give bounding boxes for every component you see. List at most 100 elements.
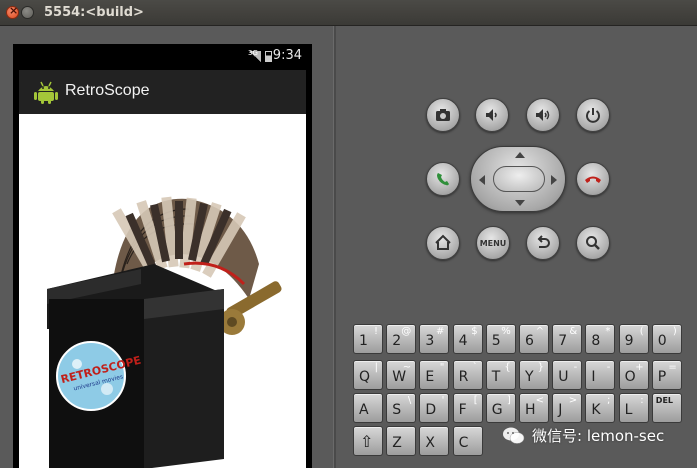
menu-button[interactable]: MENU <box>476 226 510 260</box>
key-e[interactable]: E " <box>419 360 450 390</box>
panel-divider <box>333 26 336 468</box>
key-label: S <box>392 402 402 418</box>
key-label: H <box>525 402 536 418</box>
dpad-left-icon[interactable] <box>479 175 485 185</box>
key-label: R <box>458 369 469 385</box>
key-4[interactable]: 4 $ <box>452 324 483 354</box>
key-3[interactable]: 3 # <box>419 324 450 354</box>
key-s[interactable]: S \ <box>386 393 417 423</box>
key-label: T <box>491 369 501 385</box>
home-button[interactable] <box>426 226 460 260</box>
key-q[interactable]: Q | <box>353 360 383 390</box>
key-9[interactable]: 9( <box>618 324 649 354</box>
power-icon <box>586 108 600 123</box>
key-label: 8 <box>591 333 601 349</box>
key-r[interactable]: R ` <box>452 360 483 390</box>
dpad-center-button[interactable] <box>493 166 545 192</box>
key-u[interactable]: U- <box>552 360 583 390</box>
key-shift[interactable]: ⇧ <box>353 426 383 456</box>
key-alt-label: < <box>535 395 544 406</box>
key-w[interactable]: W ~ <box>386 360 417 390</box>
key-alt-label: ' <box>441 395 445 406</box>
wechat-watermark: 微信号: lemon-sec <box>502 425 664 446</box>
volume-up-button[interactable] <box>526 98 560 132</box>
key-label: ⇧ <box>360 432 374 451</box>
dpad-right-icon[interactable] <box>551 175 557 185</box>
key-alt-label: ` <box>472 362 478 373</box>
key-label: J <box>558 402 563 418</box>
key-label: D <box>425 402 437 418</box>
dpad-up-icon[interactable] <box>515 152 525 158</box>
key-c[interactable]: C <box>452 426 483 456</box>
key-a[interactable]: A <box>353 393 383 423</box>
key-label: O <box>624 369 636 385</box>
back-icon <box>537 235 550 248</box>
close-window-button[interactable] <box>6 4 19 19</box>
key-label: 4 <box>458 333 468 349</box>
key-label: 9 <box>624 333 634 349</box>
key-delete[interactable]: DEL <box>651 393 682 423</box>
watermark-text: 微信号: lemon-sec <box>532 427 665 445</box>
back-button[interactable] <box>526 226 560 260</box>
key-y[interactable]: Y} <box>519 360 549 390</box>
call-button[interactable] <box>426 162 460 196</box>
key-g[interactable]: G] <box>485 393 516 423</box>
call-icon <box>437 173 449 186</box>
key-label: DEL <box>655 396 673 405</box>
key-alt-label: ! <box>373 326 378 337</box>
key-6[interactable]: 6 ^ <box>519 324 549 354</box>
key-alt-label: # <box>436 326 445 337</box>
key-alt-label: [ <box>473 395 478 406</box>
battery-icon <box>265 51 272 62</box>
key-l[interactable]: L: <box>618 393 649 423</box>
key-7[interactable]: 7 & <box>552 324 583 354</box>
key-5[interactable]: 5% <box>485 324 516 354</box>
key-label: F <box>458 402 467 418</box>
key-alt-label: ; <box>607 395 611 406</box>
key-k[interactable]: K; <box>585 393 616 423</box>
key-alt-label: ~ <box>402 362 412 373</box>
key-d[interactable]: D ' <box>419 393 450 423</box>
key-p[interactable]: P = <box>651 360 682 390</box>
search-icon <box>586 236 600 250</box>
app-title: RetroScope <box>65 82 150 99</box>
volume-down-button[interactable] <box>475 98 509 132</box>
key-label: A <box>359 402 369 418</box>
key-j[interactable]: J > <box>552 393 583 423</box>
key-alt-label: @ <box>401 326 412 337</box>
key-h[interactable]: H < <box>519 393 549 423</box>
key-z[interactable]: Z <box>386 426 417 456</box>
key-i[interactable]: I- <box>585 360 616 390</box>
key-alt-label: } <box>537 362 544 373</box>
retroscope-illustration: RETROSCOPE universal movies <box>47 196 282 468</box>
key-alt-label: - <box>606 362 611 373</box>
status-time: 9:34 <box>272 48 302 63</box>
key-t[interactable]: T{ <box>485 360 516 390</box>
power-button[interactable] <box>576 98 610 132</box>
key-o[interactable]: O + <box>618 360 649 390</box>
camera-button[interactable] <box>426 98 460 132</box>
key-x[interactable]: X <box>419 426 450 456</box>
signal-icon: 3G <box>248 49 261 62</box>
status-bar: 3G 9:34 <box>13 44 312 68</box>
key-label: G <box>491 402 503 418</box>
search-button[interactable] <box>576 226 610 260</box>
menu-label: MENU <box>479 238 507 248</box>
key-alt-label: ^ <box>535 326 544 337</box>
dpad[interactable] <box>470 146 566 212</box>
key-8[interactable]: 8 * <box>585 324 616 354</box>
key-0[interactable]: 0) <box>651 324 682 354</box>
key-label: C <box>458 435 469 451</box>
minimize-window-button[interactable] <box>21 6 34 19</box>
key-1[interactable]: 1! <box>353 324 383 354</box>
volume-down-icon <box>486 109 497 121</box>
key-label: 2 <box>392 333 402 349</box>
key-label: Z <box>392 435 402 451</box>
key-alt-label: ) <box>672 326 677 337</box>
key-f[interactable]: F[ <box>452 393 483 423</box>
dpad-down-icon[interactable] <box>515 200 525 206</box>
key-alt-label: " <box>439 362 445 373</box>
end-call-button[interactable] <box>576 162 610 196</box>
key-2[interactable]: 2 @ <box>386 324 417 354</box>
key-alt-label: ( <box>639 326 644 337</box>
